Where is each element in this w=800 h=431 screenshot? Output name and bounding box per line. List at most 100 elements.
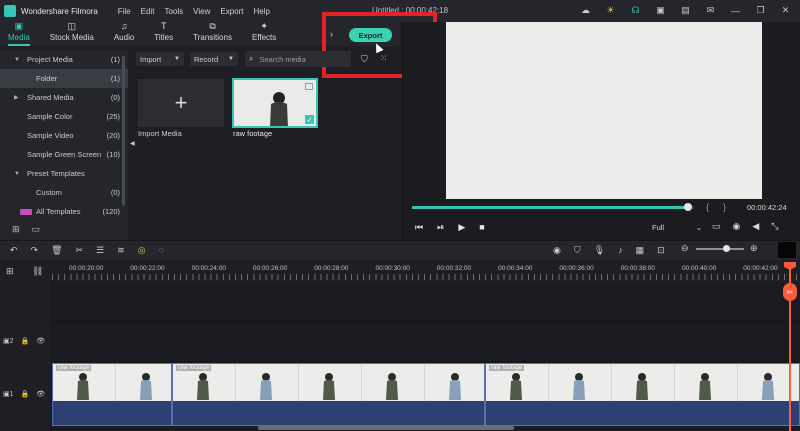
undo-icon[interactable]: ↶: [10, 245, 18, 256]
audio-wave-icon[interactable]: ≋: [117, 245, 125, 256]
collapse-left-icon[interactable]: ◀: [130, 140, 135, 147]
link-icon[interactable]: ⛓: [32, 266, 43, 277]
mail-icon[interactable]: ✉: [704, 4, 717, 17]
sidebar-item-shared-media[interactable]: ▶ Shared Media (0): [0, 88, 128, 107]
speed-icon[interactable]: ◎: [138, 245, 146, 256]
caret-down-icon[interactable]: ▼: [14, 57, 20, 63]
sidebar-item-folder[interactable]: Folder (1): [0, 69, 128, 88]
new-folder-icon[interactable]: ⊞: [12, 224, 20, 235]
fullscreen-icon[interactable]: ⤡: [771, 221, 778, 232]
ruler-label: 00:00:38:00: [620, 265, 656, 272]
step-back-icon[interactable]: ⏮: [415, 222, 423, 233]
preview-progress[interactable]: [412, 203, 694, 211]
menu-view[interactable]: View: [193, 7, 210, 16]
menu-help[interactable]: Help: [253, 7, 269, 16]
timeline-clip[interactable]: raw footage: [52, 363, 172, 426]
zoom-out-icon[interactable]: ⊖: [681, 243, 689, 254]
app-name: Wondershare Filmora: [21, 6, 98, 16]
caret-down-icon[interactable]: ▼: [14, 171, 20, 177]
camera-icon[interactable]: ◉: [733, 221, 741, 232]
sidebar-item-preset-templates[interactable]: ▼ Preset Templates: [0, 164, 128, 183]
grid-view-icon[interactable]: ⁙: [380, 53, 388, 64]
split-scissors-icon[interactable]: ✂: [783, 283, 797, 301]
minimize-icon[interactable]: —: [729, 4, 742, 17]
monitor-icon[interactable]: ▭: [712, 221, 721, 232]
record-dropdown[interactable]: Record ▼: [190, 52, 238, 66]
add-track-icon[interactable]: ⊞: [6, 266, 14, 277]
track-1-header: ▣1 🔒 👁: [3, 390, 45, 398]
volume-icon[interactable]: ◀: [752, 221, 759, 232]
quality-select[interactable]: Full ⌄: [652, 221, 702, 234]
lock-icon[interactable]: 🔒: [21, 390, 30, 398]
panel-toggle[interactable]: [778, 242, 796, 258]
tab-audio[interactable]: ♫ Audio: [114, 22, 134, 46]
timeline-clip[interactable]: raw footage: [172, 363, 485, 426]
playback-controls: ⏮ ⏯ ▶ ■: [415, 222, 485, 233]
zoom-slider[interactable]: [696, 245, 744, 252]
caret-right-icon[interactable]: ▶: [14, 94, 19, 101]
eye-icon[interactable]: 👁: [36, 337, 45, 345]
play-frame-icon[interactable]: ⏯: [437, 222, 444, 233]
redo-icon[interactable]: ↷: [31, 245, 39, 256]
sidebar-item-label: Custom: [36, 188, 62, 197]
quality-value: Full: [652, 223, 665, 232]
close-icon[interactable]: ✕: [779, 4, 792, 17]
lock-icon[interactable]: 🔒: [21, 337, 30, 345]
import-dropdown[interactable]: Import ▼: [136, 52, 184, 66]
save-icon[interactable]: ▤: [679, 4, 692, 17]
sidebar-item-project-media[interactable]: ▼ Project Media (1): [0, 50, 128, 69]
menu-export[interactable]: Export: [220, 7, 243, 16]
filter-icon[interactable]: ⛉: [361, 54, 368, 65]
sidebar-item-sample-video[interactable]: Sample Video (20): [0, 126, 128, 145]
cloud-icon[interactable]: ☁: [579, 4, 592, 17]
menu-tools[interactable]: Tools: [164, 7, 183, 16]
ruler-label: 00:00:40:00: [682, 265, 717, 272]
sidebar-item-all-templates[interactable]: All Templates (120): [0, 202, 128, 221]
music-list-icon[interactable]: ♪: [618, 245, 623, 256]
tab-titles[interactable]: T Titles: [154, 22, 173, 46]
tab-transitions[interactable]: ⧉ Transitions: [193, 22, 232, 46]
sun-icon[interactable]: ☀: [604, 4, 617, 17]
raw-footage-thumbnail[interactable]: ✓: [232, 78, 318, 128]
search-input[interactable]: [259, 54, 340, 64]
tab-media[interactable]: ▣ Media: [8, 22, 30, 46]
person-figure: [140, 373, 152, 400]
zoom-knob[interactable]: [722, 245, 730, 252]
timeline-tools: ◉ ⛉ 🎙 ♪ ▦ ⊡: [553, 245, 665, 256]
clip-audio: [53, 401, 171, 425]
timeline-clip[interactable]: raw footage: [485, 363, 800, 426]
clip-frame: [549, 364, 612, 401]
mosaic-icon[interactable]: ▦: [636, 245, 645, 256]
in-out-markers[interactable]: {}: [706, 202, 740, 212]
delete-icon[interactable]: 🗑: [51, 245, 62, 256]
import-media-card[interactable]: +: [138, 79, 224, 127]
render-icon[interactable]: ◉: [553, 245, 561, 256]
import-media-label: Import Media: [138, 129, 182, 138]
menu-edit[interactable]: Edit: [141, 7, 155, 16]
headset-icon[interactable]: ☊: [629, 4, 642, 17]
stop-icon[interactable]: ■: [479, 222, 484, 233]
color-icon[interactable]: ◌: [159, 245, 164, 256]
eye-icon[interactable]: 👁: [36, 390, 45, 398]
lock-icon[interactable]: ▣: [654, 4, 667, 17]
tab-effects[interactable]: ✦ Effects: [252, 22, 276, 46]
shield-icon[interactable]: ⛉: [574, 245, 581, 256]
sidebar-scrollbar[interactable]: [122, 56, 125, 206]
timeline-scrollbar[interactable]: [258, 426, 514, 430]
folder-icon[interactable]: ▭: [32, 224, 41, 235]
sidebar-item-custom[interactable]: Custom (0): [0, 183, 128, 202]
microphone-icon[interactable]: 🎙: [594, 245, 605, 256]
crop-icon[interactable]: ⊡: [657, 245, 665, 256]
scissors-icon[interactable]: ✂: [76, 245, 84, 256]
zoom-in-icon[interactable]: ⊕: [750, 243, 758, 254]
menu-file[interactable]: File: [118, 7, 131, 16]
adjust-icon[interactable]: ☰: [96, 245, 104, 256]
restore-icon[interactable]: ❐: [754, 4, 767, 17]
sidebar-item-sample-green-screen[interactable]: Sample Green Screen (10): [0, 145, 128, 164]
sidebar-item-sample-color[interactable]: Sample Color (25): [0, 107, 128, 126]
play-icon[interactable]: ▶: [458, 222, 465, 233]
import-label: Import: [140, 54, 162, 64]
tab-label: Effects: [251, 33, 277, 42]
tab-stock-media[interactable]: ◫ Stock Media: [50, 22, 94, 46]
sidebar-item-count: (0): [110, 188, 120, 197]
